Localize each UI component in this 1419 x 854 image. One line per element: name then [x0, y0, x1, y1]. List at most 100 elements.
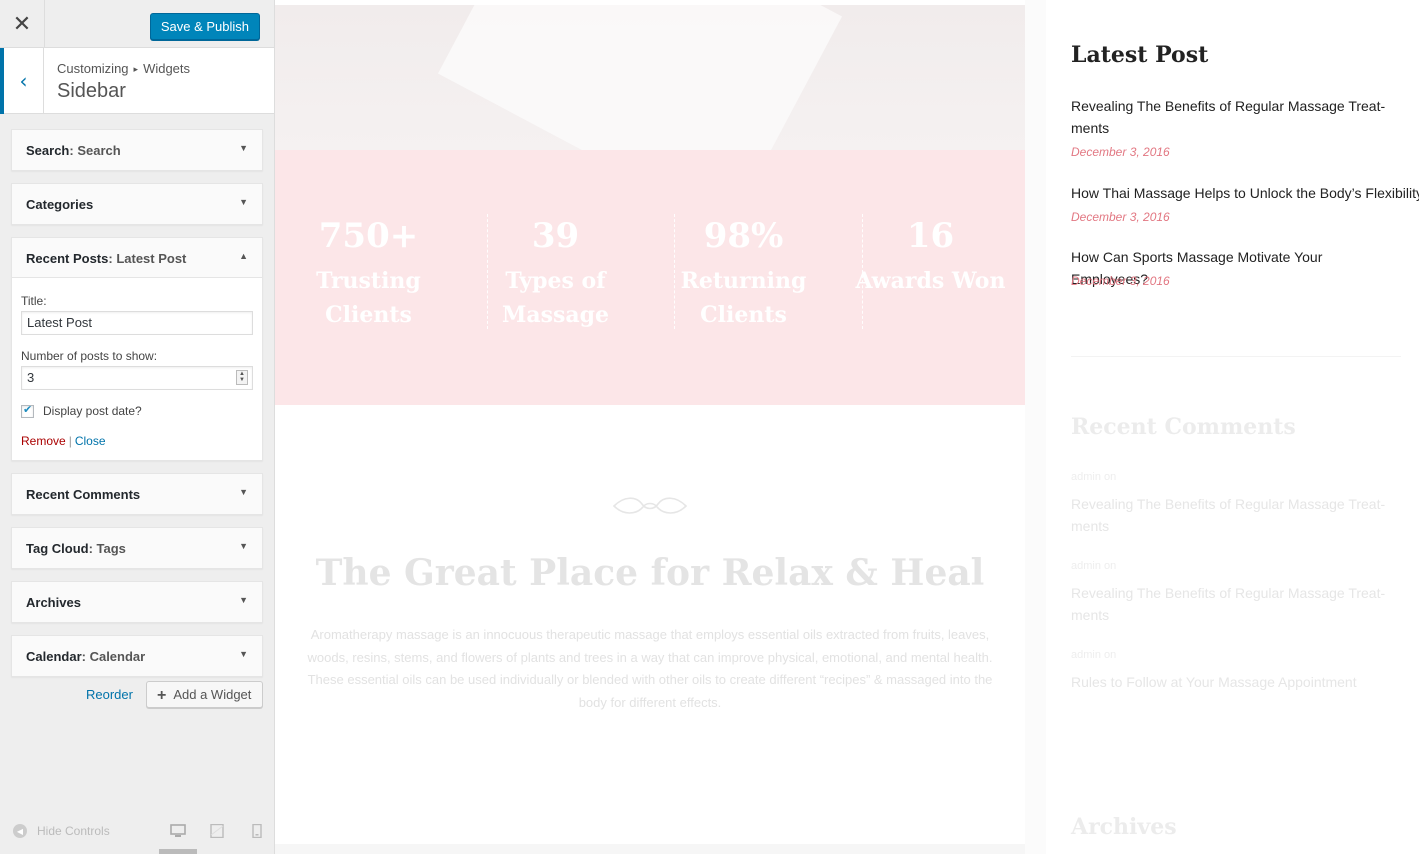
caret-down-icon[interactable]: ▼ — [239, 595, 248, 605]
comment-meta: admin on — [1071, 560, 1117, 572]
widget-header[interactable]: Archives ▼ — [12, 582, 262, 622]
widget-header[interactable]: Calendar: Calendar ▼ — [12, 636, 262, 676]
caret-up-icon[interactable]: ▲ — [239, 251, 248, 261]
comment-post-link[interactable]: Revealing The Benefits of Regular Massag… — [1071, 493, 1403, 537]
stat-label: Massage — [501, 302, 609, 328]
close-customizer-button[interactable]: ✕ — [0, 0, 45, 48]
widget-title: Search: Search — [26, 143, 121, 158]
widget-header[interactable]: Recent Comments ▼ — [12, 474, 262, 514]
comment-post-link[interactable]: Rules to Follow at Your Massage Appointm… — [1071, 671, 1403, 693]
widget-list-actions: Reorder + Add a Widget — [86, 681, 263, 708]
widget-recent-posts: Recent Posts: Latest Post ▲ Title: Lates… — [11, 237, 263, 461]
customizer-pane: ✕ Save & Publish ‹ Customizing ▸ Widgets S… — [0, 0, 275, 854]
widget-form: Title: Latest Post Number of posts to sh… — [12, 278, 262, 460]
site-preview: 750+ Trusting Clients 39 Types of Massag… — [275, 0, 1419, 854]
add-widget-label: Add a Widget — [173, 687, 252, 702]
widget-title: Calendar: Calendar — [26, 649, 145, 664]
widget-name: Categories — [26, 197, 94, 212]
hero-image — [275, 5, 1025, 150]
widget-instance-title: : Tags — [88, 541, 126, 556]
section-title-panel: ‹ Customizing ▸ Widgets Sidebar — [0, 48, 274, 114]
title-label: Title: — [21, 294, 47, 308]
widget-title: Tag Cloud: Tags — [26, 541, 126, 556]
widget-header[interactable]: Tag Cloud: Tags ▼ — [12, 528, 262, 568]
stat-item: 98% Returning Clients — [650, 212, 837, 332]
comment-title-line: Revealing The Benefits of Regular Massag… — [1071, 585, 1386, 601]
hide-controls-button[interactable]: ◀ Hide Controls — [13, 824, 110, 838]
desktop-preview-icon[interactable] — [170, 824, 186, 838]
post-date: December 3, 2016 — [1071, 145, 1170, 159]
title-input[interactable]: Latest Post — [21, 311, 253, 335]
number-spinner[interactable]: ▲ ▼ — [236, 370, 248, 385]
stat-label: Clients — [700, 302, 787, 328]
widget-title: Recent Posts: Latest Post — [26, 251, 186, 266]
post-title-line: Revealing The Benefits of Regular Massag… — [1071, 98, 1386, 114]
stat-label: Returning — [680, 268, 807, 294]
mobile-preview-icon[interactable] — [249, 824, 265, 838]
display-date-checkbox[interactable] — [21, 403, 34, 418]
caret-down-icon[interactable]: ▼ — [239, 143, 248, 153]
back-button[interactable]: ‹ — [0, 48, 44, 114]
caret-down-icon[interactable]: ▼ — [239, 197, 248, 207]
widget-instance-title: : Latest Post — [108, 251, 187, 266]
stat-label: Types of — [505, 268, 606, 294]
post-date: December 3, 2016 — [1071, 274, 1170, 288]
post-title-line: ments — [1071, 120, 1110, 136]
close-widget-link[interactable]: Close — [75, 434, 106, 448]
caret-down-icon[interactable]: ▼ — [239, 487, 248, 497]
caret-down-icon[interactable]: ▼ — [239, 541, 248, 551]
widget-header[interactable]: Categories ▼ — [12, 184, 262, 224]
widget-categories: Categories ▼ — [11, 183, 263, 225]
comment-meta: admin on — [1071, 471, 1117, 483]
plus-icon: + — [157, 687, 167, 704]
comment-title-line: Rules to Follow at Your Massage Appointm… — [1071, 674, 1357, 690]
widget-archives: Archives ▼ — [11, 581, 263, 623]
widget-title: Recent Comments — [26, 487, 140, 502]
widget-header[interactable]: Search: Search ▼ — [12, 130, 262, 170]
remove-widget-link[interactable]: Remove — [21, 434, 66, 448]
save-publish-button[interactable]: Save & Publish — [149, 13, 260, 40]
widget-header[interactable]: Recent Posts: Latest Post ▲ — [12, 238, 262, 278]
sidebar-divider — [1071, 356, 1401, 357]
stat-item: 16 Awards Won — [837, 212, 1024, 298]
post-link[interactable]: Revealing The Benefits of Regular Massag… — [1071, 95, 1403, 139]
comment-title-line: ments — [1071, 607, 1110, 623]
number-of-posts-input[interactable]: 3 — [21, 366, 253, 390]
widget-name: Search — [26, 143, 70, 158]
widget-name: Calendar — [26, 649, 82, 664]
add-widget-button[interactable]: + Add a Widget — [146, 681, 263, 708]
breadcrumb-item: Customizing — [57, 61, 129, 76]
display-date-row: Display post date? — [21, 403, 253, 418]
intro-paragraph: Aromatherapy massage is an innocuous the… — [307, 627, 993, 710]
widget-instance-title: : Search — [69, 143, 121, 158]
section-heading: The Great Place for Relax & Heal — [315, 552, 985, 594]
stat-item: 39 Types of Massage — [462, 212, 649, 332]
breadcrumb-separator-icon: ▸ — [133, 64, 139, 74]
collapse-arrow-icon: ◀ — [13, 824, 27, 838]
widget-controls: Remove | Close — [21, 434, 253, 448]
comment-title-line: Revealing The Benefits of Regular Massag… — [1071, 496, 1386, 512]
control-separator: | — [68, 434, 72, 448]
archives-heading: Archives — [1071, 814, 1177, 840]
breadcrumb: Customizing ▸ Widgets — [57, 61, 190, 76]
number-of-posts-label: Number of posts to show: — [21, 349, 158, 363]
section-title: Sidebar — [57, 80, 126, 102]
caret-down-icon[interactable]: ▼ — [239, 649, 248, 659]
post-link[interactable]: How Thai Massage Helps to Unlock the Bod… — [1071, 182, 1419, 204]
customizer-footer: ◀ Hide Controls — [0, 808, 274, 854]
widget-title: Archives — [26, 595, 81, 610]
widget-list: Search: Search ▼ Categories ▼ Recent Pos… — [11, 129, 263, 689]
stat-label: Awards Won — [855, 268, 1006, 294]
widget-name: Recent Posts — [26, 251, 109, 266]
preview-sidebar: Latest Post Revealing The Benefits of Re… — [1046, 0, 1419, 854]
tablet-preview-icon[interactable] — [209, 824, 225, 838]
close-icon: ✕ — [12, 11, 32, 37]
widget-name: Tag Cloud — [26, 541, 89, 556]
stat-label: Clients — [325, 302, 412, 328]
stat-number: 16 — [906, 216, 955, 256]
comment-meta: admin on — [1071, 649, 1117, 661]
reorder-link[interactable]: Reorder — [86, 687, 133, 702]
comment-post-link[interactable]: Revealing The Benefits of Regular Massag… — [1071, 582, 1403, 626]
customizer-header: ✕ Save & Publish — [0, 0, 274, 48]
content-sidebar-gutter — [1025, 0, 1046, 854]
